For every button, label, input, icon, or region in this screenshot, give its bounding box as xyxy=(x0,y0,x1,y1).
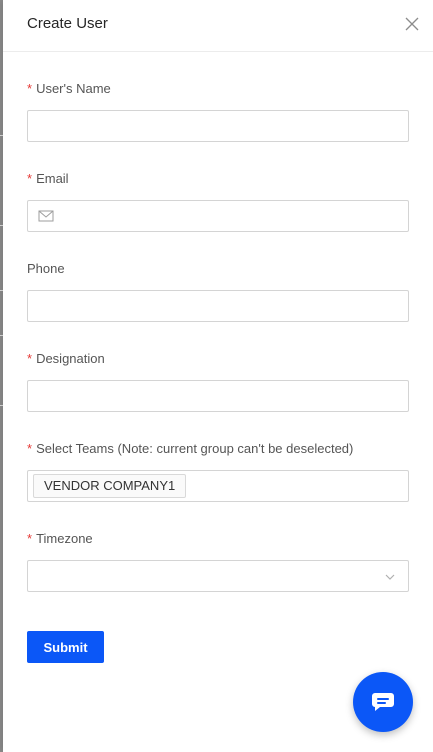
submit-button[interactable]: Submit xyxy=(27,631,104,663)
teams-label-text: Select Teams (Note: current group can't … xyxy=(36,441,354,456)
email-label-text: Email xyxy=(36,171,69,186)
designation-label-text: Designation xyxy=(36,351,105,366)
teams-select[interactable]: VENDOR COMPANY1 xyxy=(27,470,409,502)
required-marker: * xyxy=(27,441,33,456)
required-marker: * xyxy=(27,171,33,186)
create-user-drawer: Create User * User's Name * Email Phone * D… xyxy=(3,0,433,752)
timezone-label-text: Timezone xyxy=(36,531,93,546)
designation-input[interactable] xyxy=(27,380,409,412)
mail-icon xyxy=(38,210,54,222)
teams-label: * Select Teams (Note: current group can't… xyxy=(27,441,353,456)
chat-icon xyxy=(372,693,394,711)
chevron-down-icon xyxy=(385,574,395,580)
chat-button[interactable] xyxy=(353,672,413,732)
name-label: * User's Name xyxy=(27,81,111,96)
timezone-label: * Timezone xyxy=(27,531,93,546)
email-label: * Email xyxy=(27,171,69,186)
phone-label: Phone xyxy=(27,261,65,276)
phone-input[interactable] xyxy=(27,290,409,322)
designation-label: * Designation xyxy=(27,351,105,366)
required-marker: * xyxy=(27,81,33,96)
team-tag: VENDOR COMPANY1 xyxy=(33,474,187,498)
name-label-text: User's Name xyxy=(36,81,111,96)
required-marker: * xyxy=(27,351,33,366)
close-icon[interactable] xyxy=(403,15,421,33)
name-input[interactable] xyxy=(27,110,409,142)
required-marker: * xyxy=(27,531,33,546)
drawer-title: Create User xyxy=(27,15,108,32)
drawer-header: Create User xyxy=(3,0,433,52)
email-input[interactable] xyxy=(27,200,409,232)
timezone-select[interactable] xyxy=(27,560,409,592)
